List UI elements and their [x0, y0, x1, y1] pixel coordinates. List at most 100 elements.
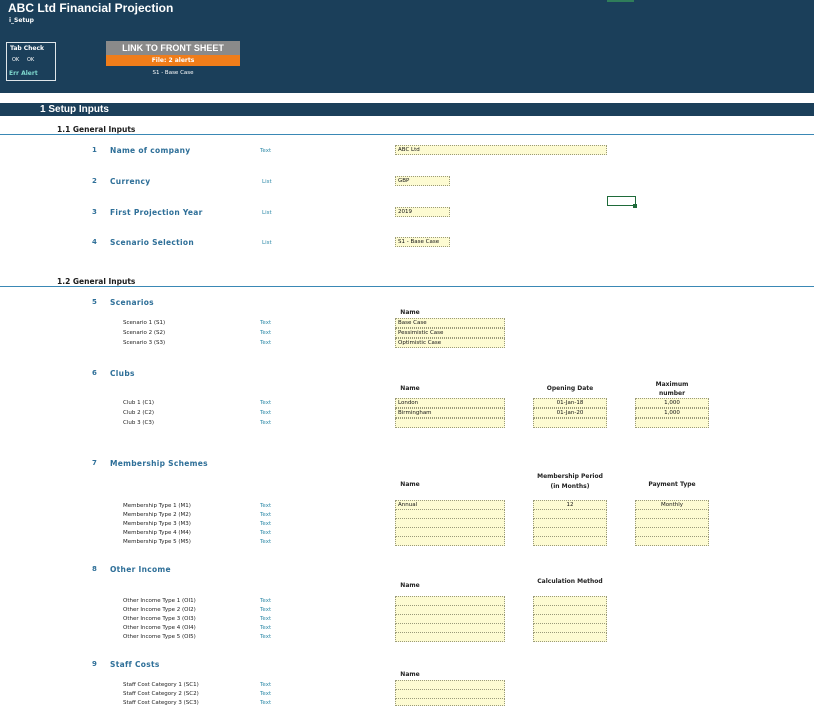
row-label: Membership Type 5 (M5)	[123, 539, 191, 545]
currency-select[interactable]: GBP	[395, 176, 450, 186]
club-max-number-input[interactable]	[635, 418, 709, 428]
other-income-heading: Other Income	[110, 565, 171, 574]
club-max-number-input[interactable]: 1,000	[635, 398, 709, 408]
section-band	[0, 103, 814, 116]
row-label: Other Income Type 5 (OI5)	[123, 634, 196, 640]
input-type: Text	[260, 340, 272, 346]
item-number: 9	[92, 660, 97, 668]
club-name-input[interactable]: Birmingham	[395, 408, 505, 418]
column-header-payment-type: Payment Type	[648, 481, 696, 488]
calculation-method-input[interactable]	[533, 632, 607, 642]
item-number: 6	[92, 369, 97, 377]
row-label: Scenario 3 (S3)	[123, 340, 166, 346]
input-type: Text	[260, 512, 272, 518]
row-label: Membership Type 3 (M3)	[123, 521, 191, 527]
scenario-selection-select[interactable]: S1 - Base Case	[395, 237, 450, 247]
clubs-heading: Clubs	[110, 369, 135, 378]
input-type: Text	[260, 503, 272, 509]
membership-name-input[interactable]	[395, 536, 505, 546]
input-type: Text	[260, 625, 272, 631]
input-type: Text	[260, 148, 272, 154]
scenario-name-input[interactable]: Pessimistic Case	[395, 328, 505, 338]
scenario-selection-label: Scenario Selection	[110, 238, 195, 247]
workbook-title: ABC Ltd Financial Projection	[8, 1, 174, 15]
tab-check-ok-1: OK	[12, 57, 20, 63]
row-label: Other Income Type 3 (OI3)	[123, 616, 196, 622]
err-alert-label: Err Alert	[9, 70, 38, 77]
input-type: Text	[260, 420, 272, 426]
scenarios-heading: Scenarios	[110, 298, 154, 307]
row-label: Club 1 (C1)	[123, 400, 154, 406]
club-opening-date-input[interactable]: 01-Jan-20	[533, 408, 607, 418]
column-header-name: Name	[400, 582, 420, 589]
other-income-name-input[interactable]	[395, 632, 505, 642]
club-name-input[interactable]: London	[395, 398, 505, 408]
row-label: Staff Cost Category 3 (SC3)	[123, 700, 199, 706]
first-projection-year-select[interactable]: 2019	[395, 207, 450, 217]
staff-cost-name-input[interactable]	[395, 698, 505, 706]
club-opening-date-input[interactable]	[533, 418, 607, 428]
subsection-title-1-2: 1.2 General Inputs	[57, 277, 136, 286]
club-opening-date-input[interactable]: 01-Jan-18	[533, 398, 607, 408]
scenario-name-input[interactable]: Optimistic Case	[395, 338, 505, 348]
tab-check-ok-2: OK	[27, 57, 35, 63]
item-number: 4	[92, 238, 97, 246]
link-to-front-sheet-button[interactable]: LINK TO FRONT SHEET	[106, 41, 240, 55]
column-header-name: Name	[400, 481, 420, 488]
input-type: Text	[260, 691, 272, 697]
row-label: Other Income Type 1 (OI1)	[123, 598, 196, 604]
input-type: Text	[260, 400, 272, 406]
staff-costs-heading: Staff Costs	[110, 660, 160, 669]
row-label: Club 3 (C3)	[123, 420, 154, 426]
input-type: Text	[260, 410, 272, 416]
input-type: Text	[260, 521, 272, 527]
cell-selection-cursor[interactable]	[607, 196, 636, 206]
company-name-label: Name of company	[110, 146, 191, 155]
row-label: Membership Type 2 (M2)	[123, 512, 191, 518]
scenario-name-input[interactable]: Base Case	[395, 318, 505, 328]
input-type: Text	[260, 598, 272, 604]
company-name-input[interactable]: ABC Ltd	[395, 145, 607, 155]
club-max-number-input[interactable]: 1,000	[635, 408, 709, 418]
payment-type-input[interactable]	[635, 536, 709, 546]
column-header-name: Name	[400, 309, 420, 316]
membership-period-input[interactable]	[533, 536, 607, 546]
row-label: Staff Cost Category 1 (SC1)	[123, 682, 199, 688]
subsection-title-1-1: 1.1 General Inputs	[57, 125, 136, 134]
header-accent	[607, 0, 634, 2]
column-header-calculation-method: Calculation Method	[537, 578, 603, 585]
item-number: 1	[92, 146, 97, 154]
sheet-name: i_Setup	[9, 17, 34, 24]
input-type: Text	[260, 700, 272, 706]
column-header-membership-period: Membership Period (in Months)	[537, 473, 603, 490]
column-header-opening-date: Opening Date	[546, 385, 594, 392]
item-number: 3	[92, 208, 97, 216]
club-name-input[interactable]	[395, 418, 505, 428]
column-header-name: Name	[400, 671, 420, 678]
item-number: 7	[92, 459, 97, 467]
first-projection-year-label: First Projection Year	[110, 208, 203, 217]
section-title: 1 Setup Inputs	[40, 104, 109, 115]
row-label: Other Income Type 2 (OI2)	[123, 607, 196, 613]
row-label: Membership Type 1 (M1)	[123, 503, 191, 509]
tab-check-box: Tab Check OK OK Err Alert	[6, 42, 56, 81]
input-type: Text	[260, 539, 272, 545]
input-type: List	[262, 240, 272, 246]
input-type: Text	[260, 530, 272, 536]
fill-handle[interactable]	[633, 204, 637, 208]
item-number: 8	[92, 565, 97, 573]
row-label: Scenario 2 (S2)	[123, 330, 166, 336]
item-number: 5	[92, 298, 97, 306]
input-type: Text	[260, 330, 272, 336]
item-number: 2	[92, 177, 97, 185]
input-type: Text	[260, 320, 272, 326]
input-type: List	[262, 179, 272, 185]
membership-schemes-heading: Membership Schemes	[110, 459, 208, 468]
column-header-maximum-number: Maximum number	[655, 381, 689, 397]
input-type: List	[262, 210, 272, 216]
row-label: Other Income Type 4 (OI4)	[123, 625, 196, 631]
subsection-divider	[0, 286, 814, 287]
row-label: Scenario 1 (S1)	[123, 320, 166, 326]
input-type: Text	[260, 616, 272, 622]
input-type: Text	[260, 682, 272, 688]
